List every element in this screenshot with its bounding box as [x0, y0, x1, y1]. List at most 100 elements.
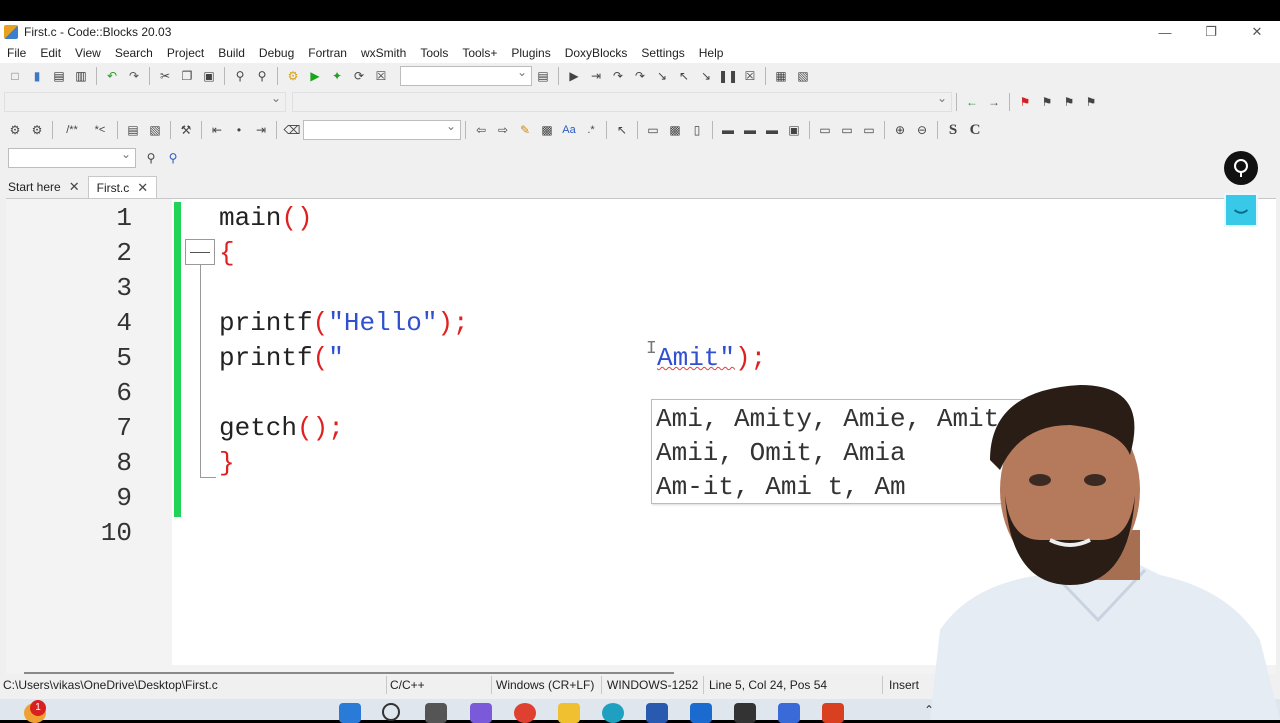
rebuild-icon[interactable]: ⟳	[350, 67, 368, 85]
incremental-search-input[interactable]	[303, 119, 461, 140]
jump-back-icon[interactable]: ←	[963, 93, 981, 111]
match-case-icon[interactable]: Aa	[560, 121, 578, 139]
form-if-icon[interactable]: ▩	[666, 121, 684, 139]
smile-overlay-icon[interactable]	[1224, 193, 1258, 227]
save-all-icon[interactable]: ▥	[72, 67, 90, 85]
search-settings-icon[interactable]: ⚲	[164, 149, 182, 167]
jump-forward-icon[interactable]: →	[985, 93, 1003, 111]
copy-icon[interactable]: ❐	[178, 67, 196, 85]
nassi-3-icon[interactable]: ▬	[763, 121, 781, 139]
notepad-icon[interactable]	[778, 703, 800, 723]
restore-button[interactable]: ❐	[1188, 21, 1234, 43]
fold-toggle-icon[interactable]	[185, 239, 215, 265]
doxywizard-icon[interactable]: ⚙	[6, 121, 24, 139]
menu-settings[interactable]: Settings	[634, 46, 691, 60]
start-windows-icon[interactable]	[339, 703, 361, 723]
menu-wxsmith[interactable]: wxSmith	[354, 46, 413, 60]
form-block-icon[interactable]: ▭	[644, 121, 662, 139]
new-file-icon[interactable]: □	[6, 67, 24, 85]
next-bookmark-icon[interactable]: ⚑	[1060, 93, 1078, 111]
next-line-icon[interactable]: ↷	[609, 67, 627, 85]
build-target-select[interactable]	[400, 65, 532, 86]
target-options-icon[interactable]: ▤	[534, 67, 552, 85]
menu-project[interactable]: Project	[160, 46, 211, 60]
replace-icon[interactable]: ⚲	[253, 67, 271, 85]
open-folder-icon[interactable]: ▮	[28, 67, 46, 85]
selected-text-only-icon[interactable]: ▩	[538, 121, 556, 139]
block-comment-icon[interactable]: /**	[59, 121, 85, 139]
step-into-icon[interactable]: ↘	[653, 67, 671, 85]
outlook-icon[interactable]	[690, 703, 712, 723]
tab-close-icon[interactable]: ✕	[137, 180, 148, 196]
source-s-icon[interactable]: S	[944, 121, 962, 139]
edge-icon[interactable]	[602, 703, 624, 723]
zoom-out-icon[interactable]: ⊖	[913, 121, 931, 139]
abort-icon[interactable]: ☒	[372, 67, 390, 85]
menu-tools-plus[interactable]: Tools+	[455, 46, 504, 60]
redo-icon[interactable]: ↷	[125, 67, 143, 85]
settings-wrench-icon[interactable]: ⚒	[177, 121, 195, 139]
menu-debug[interactable]: Debug	[252, 46, 301, 60]
menu-search[interactable]: Search	[108, 46, 160, 60]
search-next-icon[interactable]: ⇨	[494, 121, 512, 139]
line-comment-icon[interactable]: *<	[89, 121, 111, 139]
symbol-search-input[interactable]	[8, 147, 136, 168]
toggle-bookmark-icon[interactable]: ⚑	[1016, 93, 1034, 111]
debug-info-icon[interactable]: ▧	[794, 67, 812, 85]
build-gear-icon[interactable]: ⚙	[284, 67, 302, 85]
previous-bookmark-icon[interactable]: ⚑	[1038, 93, 1056, 111]
form-loop-icon[interactable]: ▯	[688, 121, 706, 139]
debug-windows-icon[interactable]: ▦	[772, 67, 790, 85]
chm-doc-icon[interactable]: ▧	[146, 121, 164, 139]
pen-tool-icon[interactable]	[1224, 151, 1258, 185]
menu-tools[interactable]: Tools	[413, 46, 455, 60]
tab-close-icon[interactable]: ✕	[69, 179, 80, 195]
select-pointer-icon[interactable]: ↖	[613, 121, 631, 139]
undo-icon[interactable]: ↶	[103, 67, 121, 85]
menu-file[interactable]: File	[0, 46, 33, 60]
nassi-5-icon[interactable]: ▭	[816, 121, 834, 139]
extract-doc-icon[interactable]: ⚙	[28, 121, 46, 139]
clear-search-icon[interactable]: ⌫	[283, 121, 301, 139]
save-icon[interactable]: ▤	[50, 67, 68, 85]
nassi-6-icon[interactable]: ▭	[838, 121, 856, 139]
symbol-search-icon[interactable]: ⚲	[142, 149, 160, 167]
menu-build[interactable]: Build	[211, 46, 252, 60]
chrome-icon[interactable]	[514, 703, 536, 723]
app-icon[interactable]	[734, 703, 756, 723]
tab-start-here[interactable]: Start here ✕	[0, 176, 88, 198]
find-icon[interactable]: ⚲	[231, 67, 249, 85]
menu-edit[interactable]: Edit	[33, 46, 68, 60]
menu-doxyblocks[interactable]: DoxyBlocks	[558, 46, 635, 60]
copilot-icon[interactable]	[470, 703, 492, 723]
prev-change-icon[interactable]: ⇤	[208, 121, 226, 139]
run-to-cursor-icon[interactable]: ⇥	[587, 67, 605, 85]
close-button[interactable]: ✕	[1234, 21, 1280, 43]
minimize-button[interactable]: —	[1142, 21, 1188, 43]
menu-help[interactable]: Help	[692, 46, 731, 60]
search-icon[interactable]	[382, 703, 400, 721]
scope-select[interactable]	[4, 91, 286, 112]
stop-debugger-icon[interactable]: ☒	[741, 67, 759, 85]
search-previous-icon[interactable]: ⇦	[472, 121, 490, 139]
debug-run-icon[interactable]: ▶	[565, 67, 583, 85]
menu-plugins[interactable]: Plugins	[504, 46, 557, 60]
file-explorer-icon[interactable]	[558, 703, 580, 723]
step-out-icon[interactable]: ↖	[675, 67, 693, 85]
next-change-icon[interactable]: ⇥	[252, 121, 270, 139]
cut-icon[interactable]: ✂	[156, 67, 174, 85]
paste-icon[interactable]: ▣	[200, 67, 218, 85]
store-icon[interactable]	[646, 703, 668, 723]
zoom-in-icon[interactable]: ⊕	[891, 121, 909, 139]
regex-icon[interactable]: .*	[582, 121, 600, 139]
menu-view[interactable]: View	[68, 46, 108, 60]
highlight-icon[interactable]: ✎	[516, 121, 534, 139]
nassi-7-icon[interactable]: ▭	[860, 121, 878, 139]
build-and-run-icon[interactable]: ✦	[328, 67, 346, 85]
source-c-icon[interactable]: C	[966, 121, 984, 139]
codeblocks-taskbar-icon[interactable]	[822, 703, 844, 723]
pause-icon[interactable]: ❚❚	[718, 67, 738, 85]
run-icon[interactable]: ▶	[306, 67, 324, 85]
tab-first-c[interactable]: First.c ✕	[87, 176, 158, 198]
step-into-instruction-icon[interactable]: ↘	[697, 67, 715, 85]
